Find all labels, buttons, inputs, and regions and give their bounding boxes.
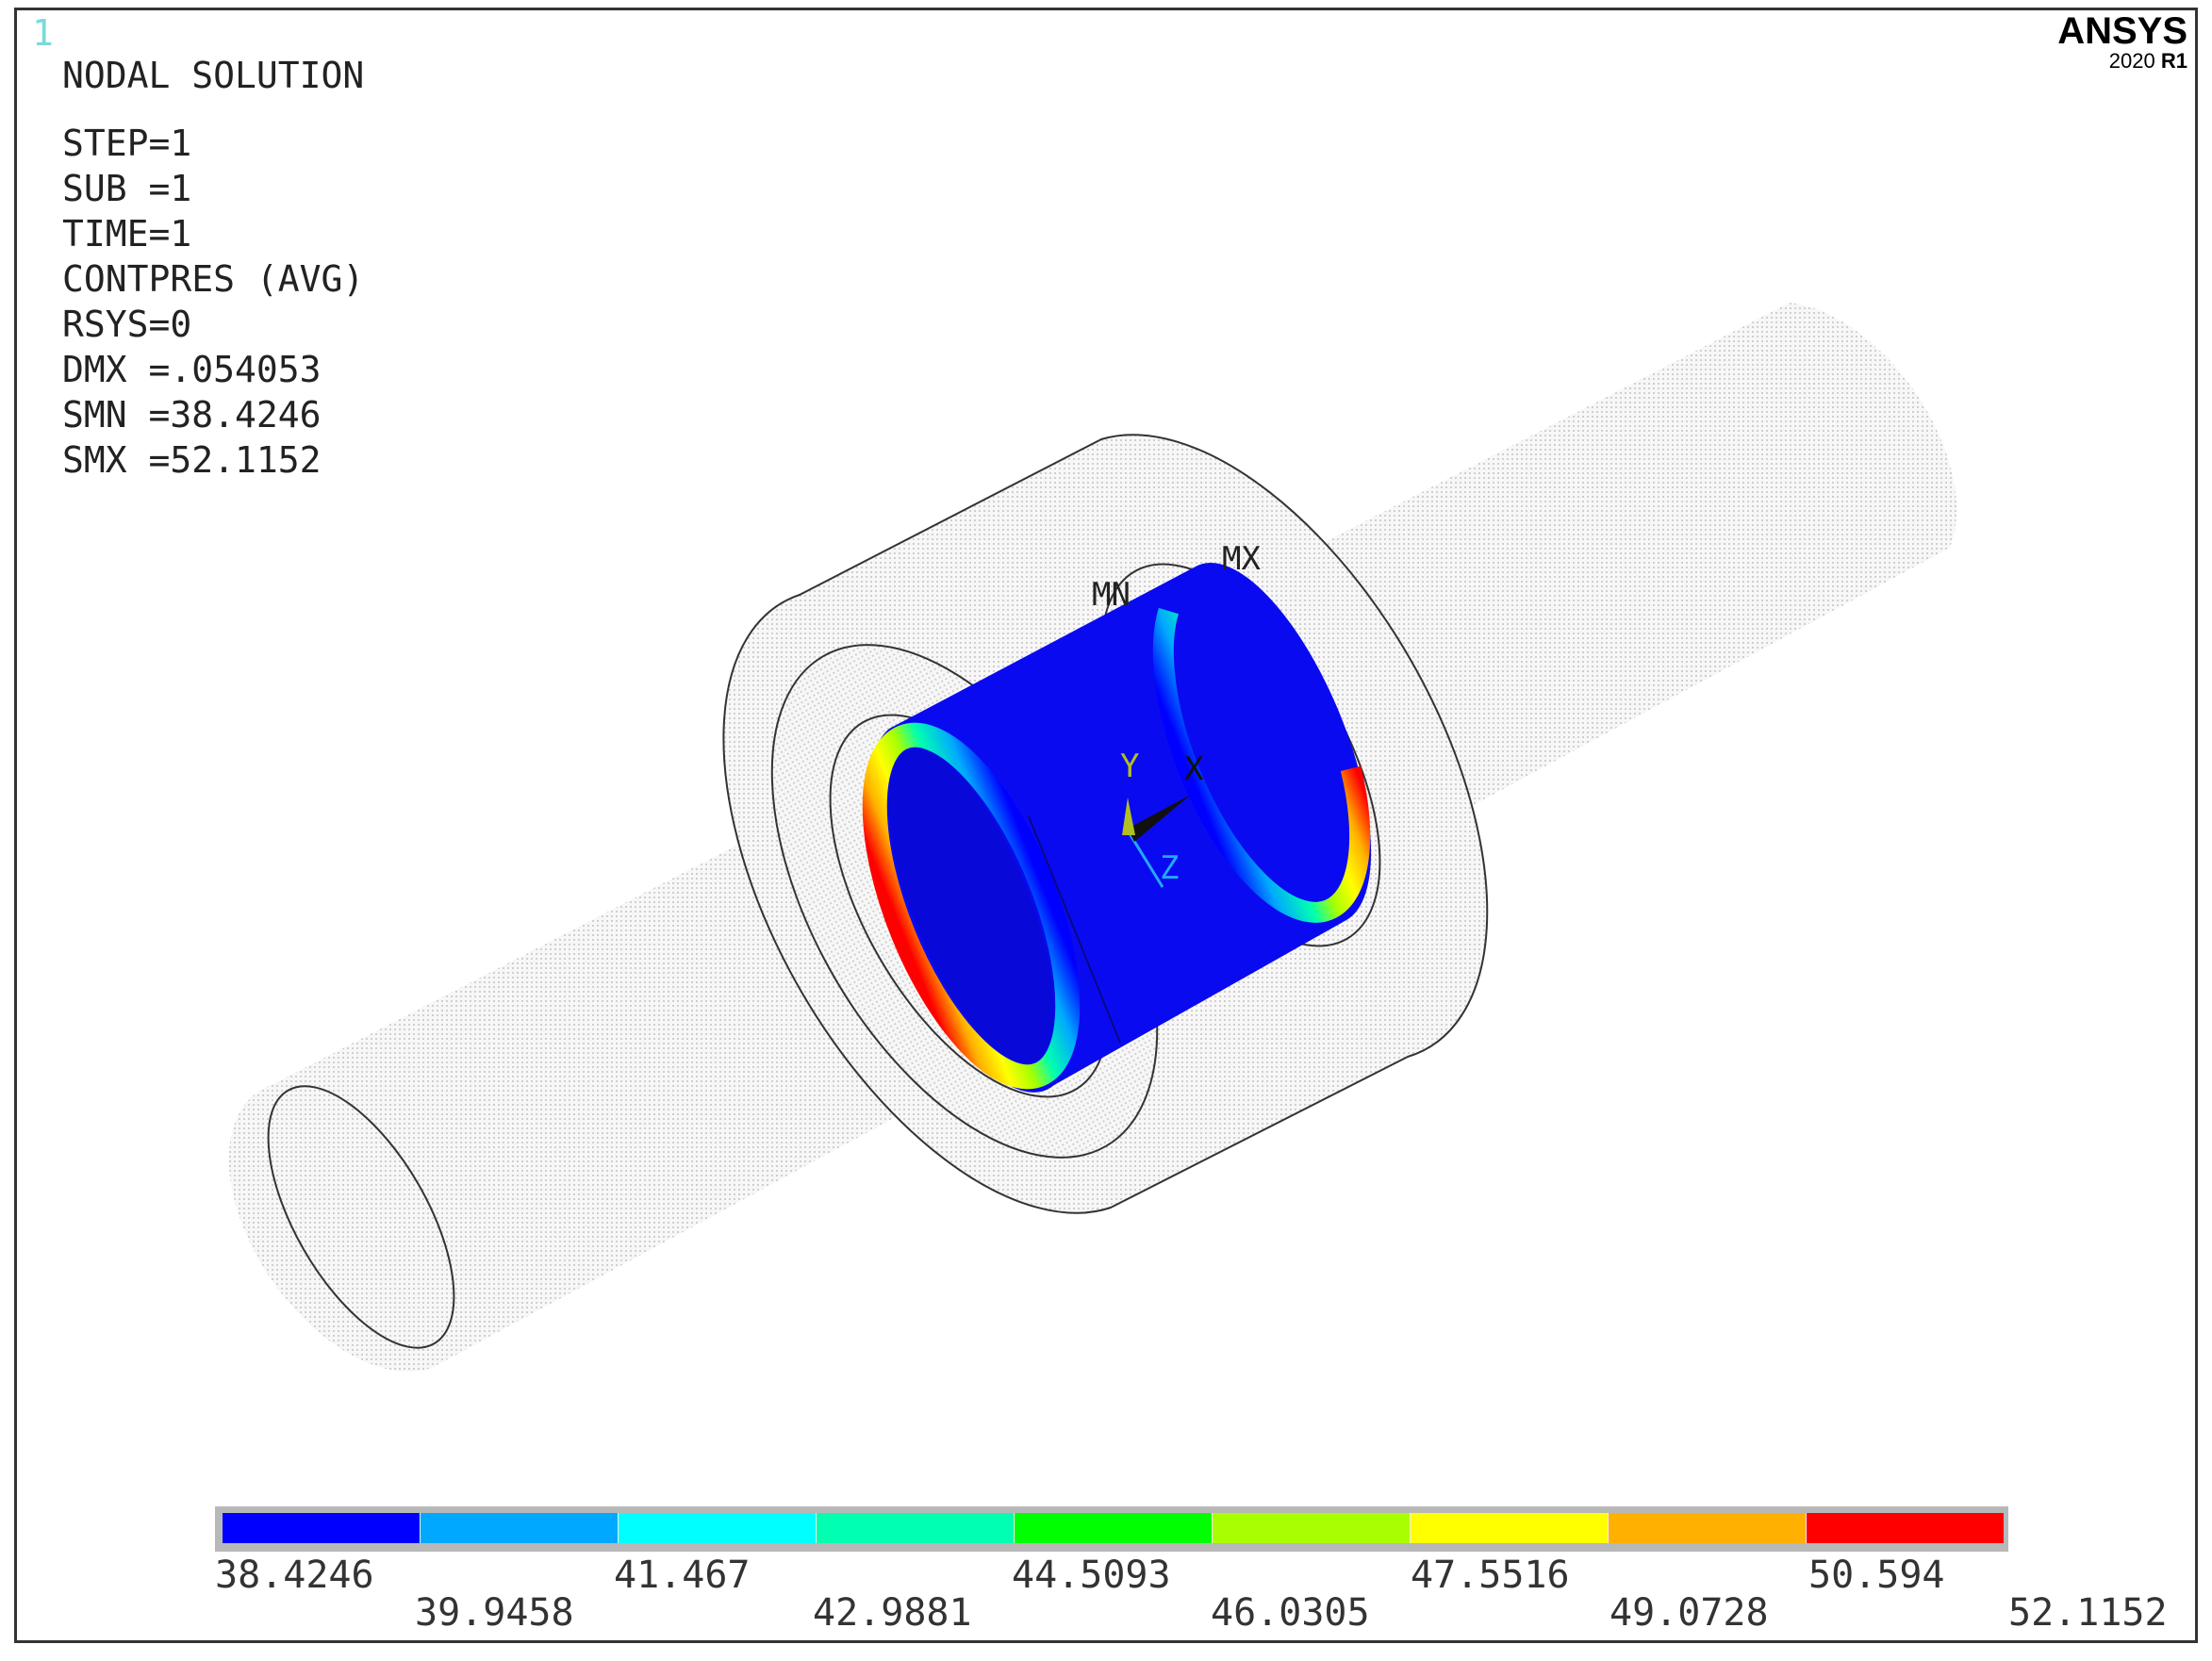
legend-band-4 — [817, 1513, 1015, 1543]
contour-legend-bar — [215, 1506, 2008, 1552]
legend-label-10: 52.1152 — [2008, 1591, 2168, 1635]
legend-label-1: 38.4246 — [215, 1554, 374, 1597]
legend-label-9: 50.594 — [1808, 1554, 1945, 1597]
min-marker-label: MN — [1092, 576, 1131, 614]
max-marker-label: MX — [1222, 540, 1261, 578]
info-smx: SMX =52.1152 — [62, 439, 322, 481]
legend-band-3 — [619, 1513, 817, 1543]
triad-z-label: Z — [1160, 849, 1180, 887]
triad-x-label: X — [1184, 750, 1204, 788]
legend-band-9 — [1807, 1513, 2004, 1543]
info-step: STEP=1 — [62, 123, 192, 164]
solution-info-panel: NODAL SOLUTION STEP=1 SUB =1 TIME=1 CONT… — [62, 53, 364, 483]
legend-band-2 — [421, 1513, 619, 1543]
legend-label-7: 47.5516 — [1411, 1554, 1570, 1597]
legend-band-8 — [1609, 1513, 1807, 1543]
info-substep: SUB =1 — [62, 168, 192, 209]
brand-version-release: R1 — [2160, 49, 2187, 73]
legend-label-2: 39.9458 — [415, 1591, 574, 1635]
legend-label-8: 49.0728 — [1609, 1591, 1769, 1635]
info-time: TIME=1 — [62, 213, 192, 255]
brand-version-year: 2020 — [2108, 49, 2155, 73]
legend-label-4: 42.9881 — [813, 1591, 972, 1635]
info-smn: SMN =38.4246 — [62, 394, 322, 436]
legend-band-7 — [1411, 1513, 1609, 1543]
legend-label-6: 46.0305 — [1211, 1591, 1370, 1635]
legend-band-6 — [1213, 1513, 1411, 1543]
graphics-viewport[interactable]: 1 NODAL SOLUTION STEP=1 SUB =1 TIME=1 CO… — [14, 8, 2198, 1643]
info-rsys: RSYS=0 — [62, 304, 192, 345]
info-dmx: DMX =.054053 — [62, 349, 322, 390]
legend-label-3: 41.467 — [614, 1554, 751, 1597]
ansys-logo: ANSYS 2020 R1 — [2057, 12, 2187, 73]
window-number: 1 — [32, 12, 54, 54]
solution-title: NODAL SOLUTION — [62, 55, 365, 96]
triad-y-label: Y — [1120, 748, 1140, 785]
info-result-item: CONTPRES (AVG) — [62, 258, 365, 300]
brand-name: ANSYS — [2057, 10, 2187, 52]
legend-label-5: 44.5093 — [1012, 1554, 1171, 1597]
legend-band-5 — [1015, 1513, 1213, 1543]
legend-band-1 — [223, 1513, 421, 1543]
